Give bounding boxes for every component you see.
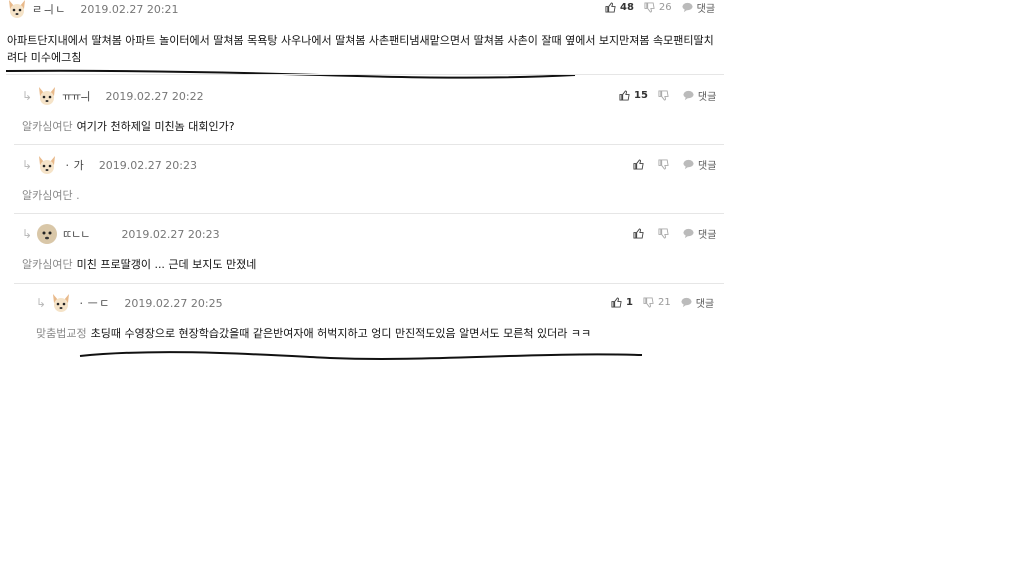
comment-4-header: ↳ ㄸㄴㄴ 2019.02.27 20:23 [22,223,220,245]
divider [14,283,724,284]
divider [14,213,724,214]
comment-header: ㄹ ㅢ ㄴ 2019.02.27 20:21 [6,0,179,20]
comment-2-header: ↳ ㅠㅠㅢ 2019.02.27 20:22 [22,85,204,107]
thumbs-down-icon[interactable] [643,297,654,308]
speech-bubble-icon[interactable] [681,297,692,308]
dog-avatar-icon[interactable] [36,85,58,107]
timestamp: 2019.02.27 20:23 [98,158,197,172]
reply-arrow-icon: ↳ [22,158,33,172]
dog-avatar-icon[interactable] [36,223,58,245]
nickname[interactable]: ㆍ ㅡ ㄷ [76,295,109,311]
comment-text: 아파트단지내에서 딸쳐봄 아파트 놀이터에서 딸쳐봄 목욕탕 사우나에서 딸쳐봄… [7,34,714,64]
timestamp: 2019.02.27 20:23 [121,227,220,241]
speech-bubble-icon[interactable] [683,90,694,101]
handwritten-underline [79,351,643,360]
reply-arrow-icon: ↳ [22,227,33,241]
reply-button[interactable]: 댓글 [697,0,715,15]
dog-avatar-icon[interactable] [6,0,28,20]
upvote-count: 15 [634,90,648,101]
comment-3-actions: 댓글 [633,157,716,172]
comment-5-body: 맞춤법교정 초딩때 수영장으로 현장학습갔을때 같은반여자애 허벅지하고 엉디 만… [36,325,591,342]
dog-avatar-icon[interactable] [50,292,72,314]
downvote-count: 21 [657,297,671,308]
upvote-count: 48 [620,2,634,13]
nickname[interactable]: ㄸㄴㄴ [62,226,90,242]
downvote-count: 26 [658,2,672,13]
thumbs-up-icon[interactable] [633,159,644,170]
timestamp: 2019.02.27 20:25 [124,296,223,310]
thumbs-down-icon[interactable] [658,90,669,101]
speech-bubble-icon[interactable] [683,228,694,239]
comment-actions: 48 26 댓글 [605,0,715,15]
handwritten-underline [5,69,576,79]
mention-tag[interactable]: 알카심여단 . [22,189,80,202]
thumbs-down-icon[interactable] [658,159,669,170]
timestamp: 2019.02.27 20:22 [105,89,204,103]
nickname[interactable]: ㅠㅠㅢ [62,88,90,104]
dog-avatar-icon[interactable] [36,154,58,176]
comment-5-actions: 1 21 댓글 [611,295,714,310]
comment-3-body: 알카심여단 . [22,187,84,204]
comment-2-body: 알카심여단 여기가 천하제일 미친놈 대회인가? [22,118,235,135]
mention-tag[interactable]: 맞춤법교정 [36,327,87,340]
thumbs-up-icon[interactable] [633,228,644,239]
comment-5-header: ↳ ㆍ ㅡ ㄷ 2019.02.27 20:25 [36,292,223,314]
comment-text: 초딩때 수영장으로 현장학습갔을때 같은반여자애 허벅지하고 엉디 만진적도있음… [90,327,592,340]
divider [6,74,724,75]
reply-button[interactable]: 댓글 [698,88,716,103]
thumbs-up-icon[interactable] [605,2,616,13]
reply-button[interactable]: 댓글 [696,295,714,310]
speech-bubble-icon[interactable] [682,2,693,13]
nickname[interactable]: ㆍ 가 [62,157,84,173]
thumbs-up-icon[interactable] [611,297,622,308]
timestamp: 2019.02.27 20:21 [80,2,179,16]
thumbs-down-icon[interactable] [644,2,655,13]
comment-text: 여기가 천하제일 미친놈 대회인가? [76,120,235,133]
nickname[interactable]: ㄹ ㅢ ㄴ [32,1,65,17]
reply-arrow-icon: ↳ [36,296,47,310]
reply-button[interactable]: 댓글 [698,226,716,241]
mention-tag[interactable]: 알카심여단 [22,258,73,271]
reply-arrow-icon: ↳ [22,89,33,103]
comment-3-header: ↳ ㆍ 가 2019.02.27 20:23 [22,154,197,176]
speech-bubble-icon[interactable] [683,159,694,170]
comment-text: 미친 프로딸갱이 ... 근데 보지도 만졌네 [76,258,257,271]
upvote-count: 1 [626,297,633,308]
comment-2-actions: 15 댓글 [619,88,716,103]
reply-button[interactable]: 댓글 [698,157,716,172]
mention-tag[interactable]: 알카심여단 [22,120,73,133]
comment-4-actions: 댓글 [633,226,716,241]
thumbs-up-icon[interactable] [619,90,630,101]
thumbs-down-icon[interactable] [658,228,669,239]
divider [14,144,724,145]
comment-4-body: 알카심여단 미친 프로딸갱이 ... 근데 보지도 만졌네 [22,256,256,273]
